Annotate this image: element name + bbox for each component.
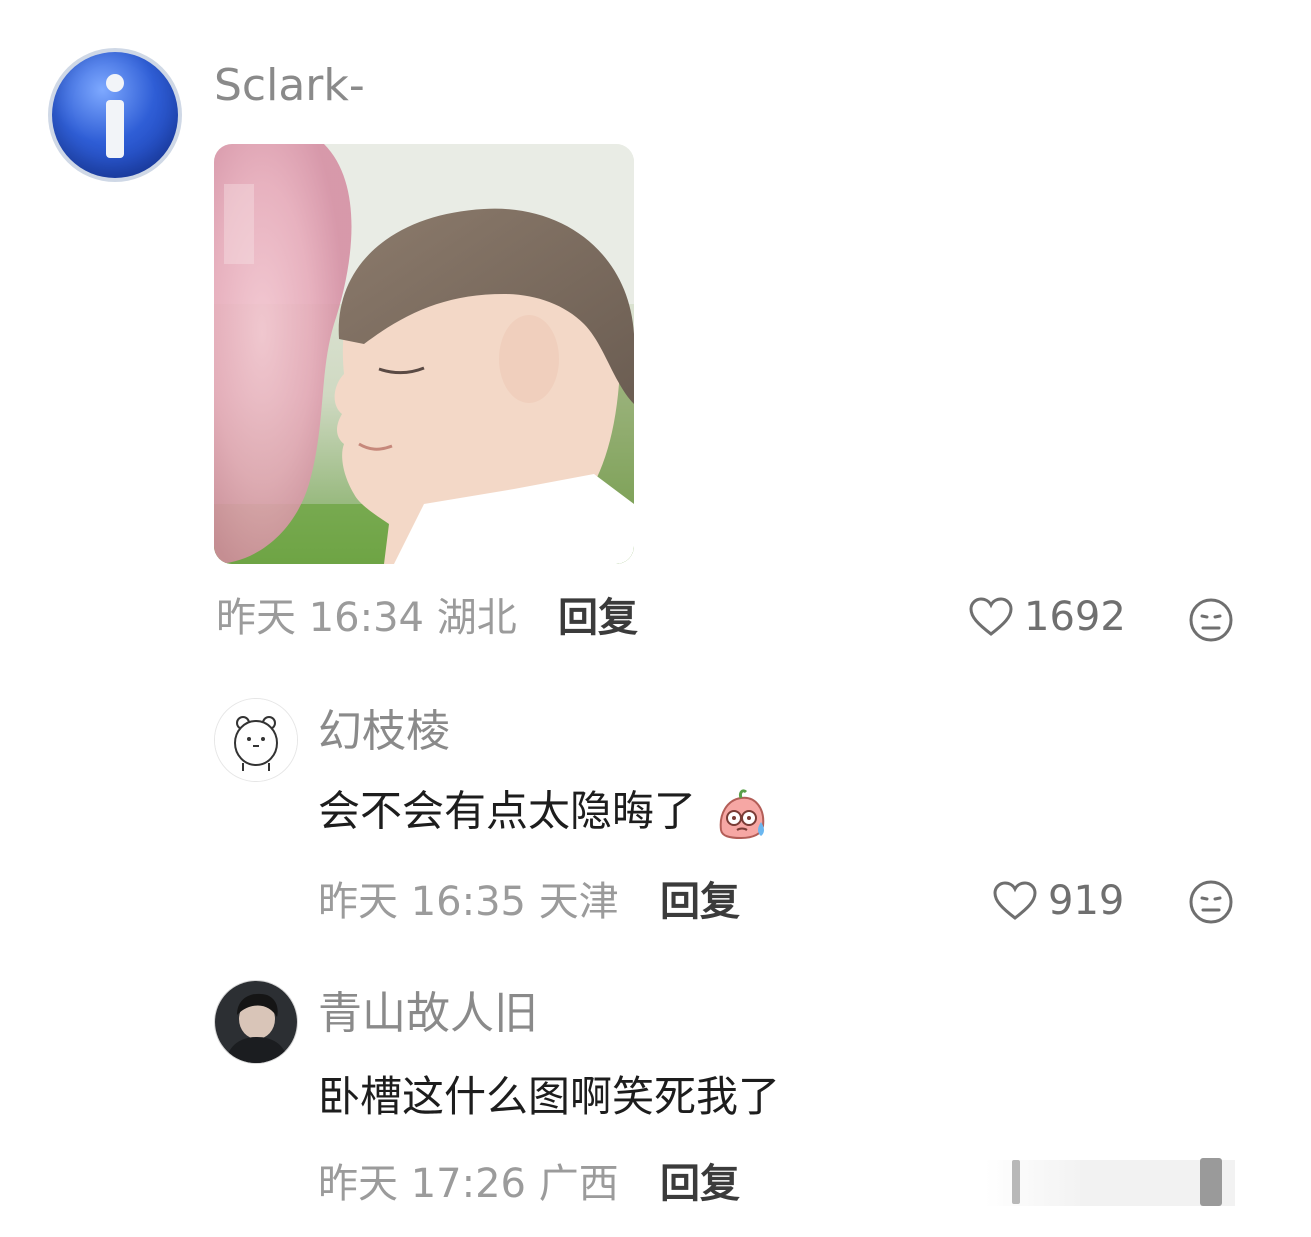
neutral-face-icon[interactable] bbox=[1188, 879, 1234, 925]
reply-text-content: 会不会有点太隐晦了 bbox=[318, 786, 697, 836]
reply-button[interactable]: 回复 bbox=[660, 882, 740, 922]
comment-location: 湖北 bbox=[436, 595, 517, 641]
sweat-blob-emoji bbox=[720, 789, 765, 840]
person-photo-avatar bbox=[215, 981, 297, 1063]
reply-date: 昨天 bbox=[318, 879, 398, 925]
info-icon-dot bbox=[106, 74, 124, 92]
cropped-reaction-icon bbox=[1200, 1158, 1222, 1206]
info-icon-stem bbox=[106, 100, 124, 158]
cropped-like-icon bbox=[1012, 1160, 1020, 1204]
reply-username[interactable]: 青山故人旧 bbox=[318, 992, 538, 1036]
comment-date: 昨天 bbox=[216, 595, 296, 641]
like-button[interactable]: 919 bbox=[992, 880, 1124, 922]
reply-meta: 昨天 17:26 广西 bbox=[318, 1164, 619, 1204]
reply-text: 会不会有点太隐晦了 bbox=[318, 786, 769, 842]
avatar[interactable] bbox=[52, 52, 178, 178]
comment-image[interactable] bbox=[214, 144, 634, 564]
reply-time: 16:35 bbox=[410, 879, 526, 925]
comment-username[interactable]: Sclark- bbox=[214, 64, 365, 108]
reply-location: 广西 bbox=[538, 1161, 619, 1207]
reply-date: 昨天 bbox=[318, 1161, 398, 1207]
avatar[interactable] bbox=[214, 698, 298, 782]
neutral-face-icon[interactable] bbox=[1188, 597, 1234, 643]
like-button[interactable]: 1692 bbox=[968, 596, 1126, 638]
reply-time: 17:26 bbox=[410, 1161, 526, 1207]
avatar[interactable] bbox=[214, 980, 298, 1064]
reply-button[interactable]: 回复 bbox=[660, 1164, 740, 1204]
cropped-actions-area bbox=[985, 1160, 1235, 1206]
heart-outline-icon bbox=[993, 881, 1037, 920]
reply-username[interactable]: 幻枝棱 bbox=[318, 710, 450, 754]
like-count: 1692 bbox=[1024, 594, 1126, 640]
bear-icon bbox=[215, 699, 297, 781]
reply-meta: 昨天 16:35 天津 bbox=[318, 882, 619, 922]
comment-time: 16:34 bbox=[308, 595, 424, 641]
comment-meta: 昨天 16:34 湖北 bbox=[216, 598, 517, 638]
comment-photo-illustration bbox=[214, 144, 634, 564]
reply-button[interactable]: 回复 bbox=[558, 598, 638, 638]
heart-outline-icon bbox=[969, 597, 1013, 636]
reply-text: 卧槽这什么图啊笑死我了 bbox=[318, 1072, 781, 1121]
like-count: 919 bbox=[1048, 878, 1125, 924]
reply-location: 天津 bbox=[538, 879, 619, 925]
